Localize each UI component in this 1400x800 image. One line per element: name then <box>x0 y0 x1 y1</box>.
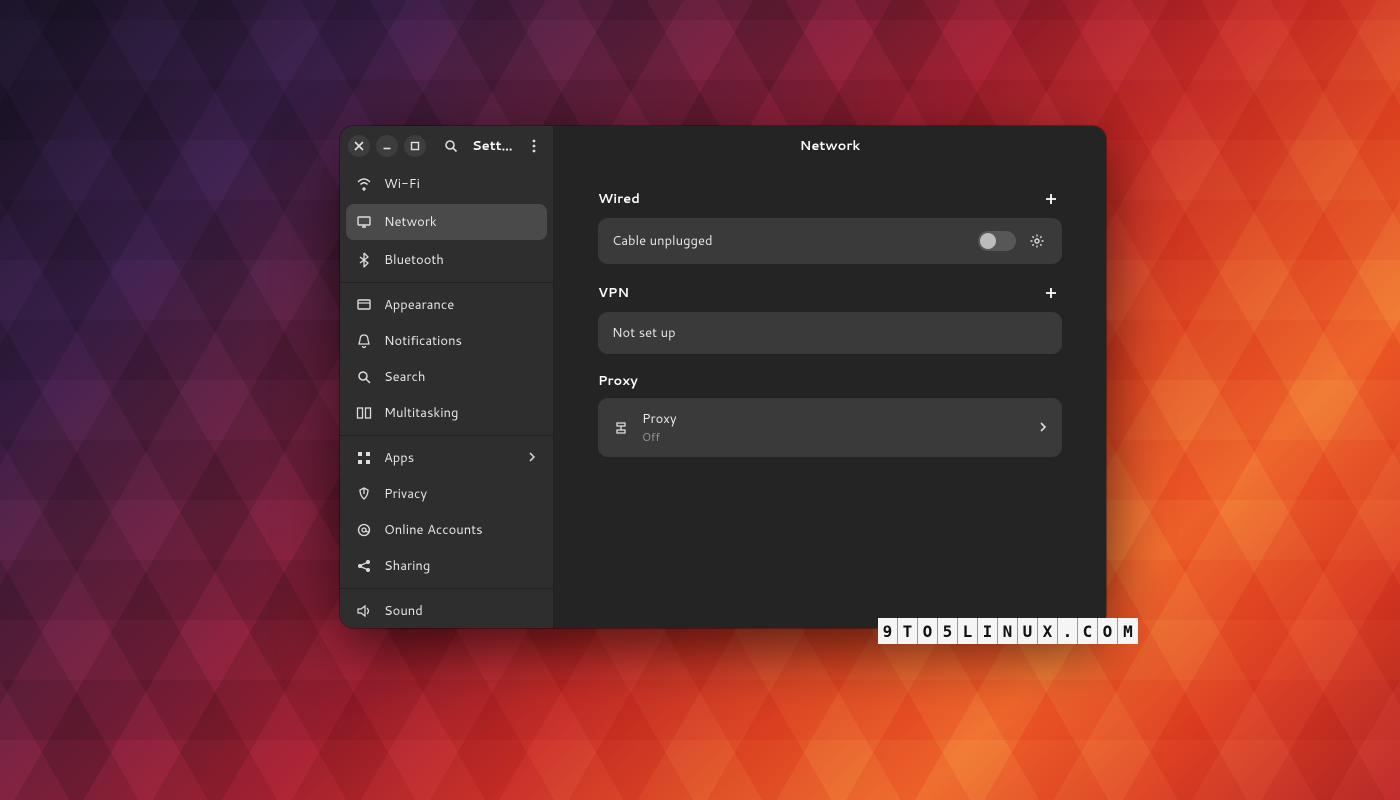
sidebar-item-label: Search <box>384 368 425 386</box>
search-button[interactable] <box>438 133 464 159</box>
watermark-char: I <box>978 618 998 644</box>
sidebar-separator <box>340 588 553 589</box>
wired-status-text: Cable unplugged <box>612 232 713 250</box>
watermark-char: X <box>1038 618 1058 644</box>
watermark-char: O <box>1098 618 1118 644</box>
sidebar-item-label: Notifications <box>384 332 462 350</box>
sidebar-item-privacy[interactable]: Privacy <box>340 476 553 512</box>
vpn-section-header: VPN <box>598 282 1062 304</box>
content-body: Wired Cable unplugged VPN <box>554 166 1106 489</box>
multitasking-icon <box>356 405 372 421</box>
wired-toggle[interactable] <box>978 231 1016 251</box>
settings-window: Sett… Wi-Fi Network Bluetooth Appeara <box>340 126 1106 628</box>
sidebar-item-label: Sound <box>384 602 423 620</box>
wired-settings-button[interactable] <box>1026 230 1048 252</box>
content-pane: Network Wired Cable unplugged VPN <box>554 126 1106 628</box>
content-title: Network <box>554 126 1106 166</box>
window-title: Sett… <box>470 137 517 155</box>
sidebar-item-sound[interactable]: Sound <box>340 593 553 628</box>
close-button[interactable] <box>348 135 370 157</box>
sidebar-header: Sett… <box>340 126 553 166</box>
sidebar-item-multitasking[interactable]: Multitasking <box>340 395 553 431</box>
plus-icon <box>1044 192 1058 206</box>
watermark-char: C <box>1078 618 1098 644</box>
sidebar-item-wifi[interactable]: Wi-Fi <box>340 166 553 202</box>
sidebar-item-bluetooth[interactable]: Bluetooth <box>340 242 553 278</box>
bluetooth-icon <box>356 252 372 268</box>
sidebar-item-search[interactable]: Search <box>340 359 553 395</box>
share-icon <box>356 558 372 574</box>
apps-icon <box>356 450 372 466</box>
wired-section-header: Wired <box>598 188 1062 210</box>
privacy-icon <box>356 486 372 502</box>
sidebar-item-label: Privacy <box>384 485 427 503</box>
sidebar-item-label: Apps <box>384 449 414 467</box>
sidebar-item-notifications[interactable]: Notifications <box>340 323 553 359</box>
watermark-char: N <box>998 618 1018 644</box>
main-menu-button[interactable] <box>523 133 545 159</box>
proxy-row-label: Proxy <box>642 410 677 428</box>
proxy-row-text: Proxy Off <box>642 410 677 445</box>
watermark: 9TO5LINUX.COM <box>878 618 1138 644</box>
watermark-char: M <box>1118 618 1138 644</box>
wired-connection-row: Cable unplugged <box>598 218 1062 264</box>
proxy-icon <box>612 420 630 436</box>
add-vpn-button[interactable] <box>1040 282 1062 304</box>
watermark-char: 5 <box>938 618 958 644</box>
sidebar-item-label: Multitasking <box>384 404 458 422</box>
sound-icon <box>356 603 372 619</box>
sidebar-item-online-accounts[interactable]: Online Accounts <box>340 512 553 548</box>
sidebar-item-label: Bluetooth <box>384 251 444 269</box>
sidebar-separator <box>340 282 553 283</box>
minimize-icon <box>382 141 392 151</box>
sidebar-item-appearance[interactable]: Appearance <box>340 287 553 323</box>
maximize-button[interactable] <box>404 135 426 157</box>
sidebar-item-apps[interactable]: Apps <box>340 440 553 476</box>
sidebar-item-label: Wi-Fi <box>384 175 420 193</box>
watermark-char: L <box>958 618 978 644</box>
wifi-icon <box>356 176 372 192</box>
toggle-knob <box>980 233 996 249</box>
watermark-char: O <box>918 618 938 644</box>
proxy-row-status: Off <box>642 429 677 445</box>
sidebar-item-sharing[interactable]: Sharing <box>340 548 553 584</box>
sidebar: Sett… Wi-Fi Network Bluetooth Appeara <box>340 126 554 628</box>
wired-title: Wired <box>598 190 640 208</box>
proxy-row[interactable]: Proxy Off <box>598 398 1062 457</box>
minimize-button[interactable] <box>376 135 398 157</box>
kebab-icon <box>532 139 536 153</box>
plus-icon <box>1044 286 1058 300</box>
network-icon <box>356 214 372 230</box>
at-icon <box>356 522 372 538</box>
close-icon <box>354 141 364 151</box>
proxy-title: Proxy <box>598 372 638 390</box>
sidebar-item-label: Sharing <box>384 557 430 575</box>
watermark-char: T <box>898 618 918 644</box>
add-wired-button[interactable] <box>1040 188 1062 210</box>
search-icon <box>444 139 458 153</box>
watermark-char: U <box>1018 618 1038 644</box>
proxy-section-header: Proxy <box>598 372 1062 390</box>
vpn-title: VPN <box>598 284 629 302</box>
gear-icon <box>1029 233 1045 249</box>
bell-icon <box>356 333 372 349</box>
vpn-status-row: Not set up <box>598 312 1062 354</box>
sidebar-item-network[interactable]: Network <box>346 204 547 240</box>
appearance-icon <box>356 297 372 313</box>
chevron-right-icon <box>527 449 537 467</box>
watermark-char: . <box>1058 618 1078 644</box>
sidebar-list: Wi-Fi Network Bluetooth Appearance Notif… <box>340 166 553 628</box>
vpn-status-text: Not set up <box>612 324 676 342</box>
sidebar-item-label: Online Accounts <box>384 521 483 539</box>
watermark-char: 9 <box>878 618 898 644</box>
chevron-right-icon <box>1038 419 1048 437</box>
sidebar-separator <box>340 435 553 436</box>
sidebar-item-label: Network <box>384 213 437 231</box>
maximize-icon <box>410 141 420 151</box>
search-icon <box>356 369 372 385</box>
sidebar-item-label: Appearance <box>384 296 454 314</box>
